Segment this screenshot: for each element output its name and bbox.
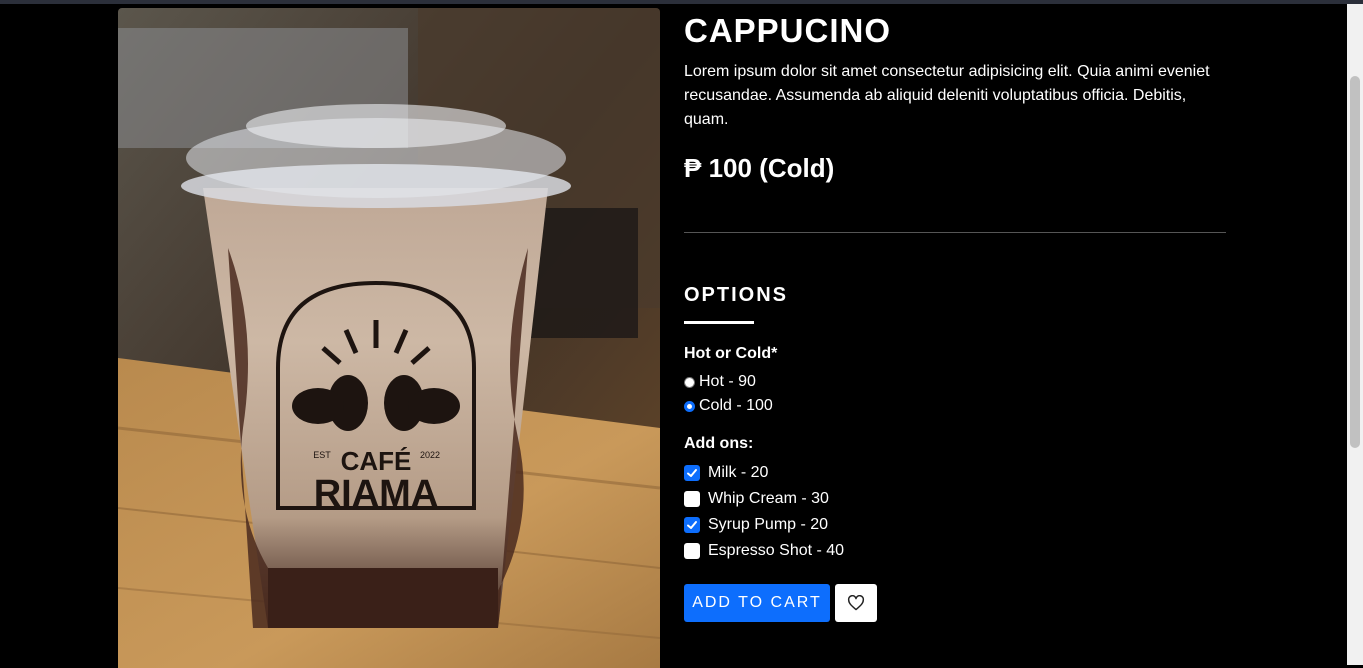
scrollbar-thumb[interactable] [1350, 76, 1360, 448]
cup-logo-cafe: CAFÉ [341, 446, 412, 476]
product-actions: ADD TO CART [684, 584, 1226, 622]
addon-syrup-pump-label[interactable]: Syrup Pump - 20 [708, 516, 828, 534]
product-image: CAFÉ EST 2022 RIAMA [118, 8, 660, 668]
product-title: CAPPUCINO [684, 12, 892, 49]
radio-hot[interactable] [684, 376, 695, 388]
cup-logo-year: 2022 [420, 450, 440, 460]
add-to-cart-button[interactable]: ADD TO CART [684, 584, 830, 622]
radio-cold-label[interactable]: Cold - 100 [699, 397, 773, 415]
checkbox-espresso-shot[interactable] [684, 543, 700, 559]
addon-milk[interactable]: Milk - 20 [684, 460, 1226, 486]
addon-espresso-shot[interactable]: Espresso Shot - 40 [684, 538, 1226, 564]
wishlist-button[interactable] [835, 584, 877, 622]
radio-option-cold[interactable]: Cold - 100 [684, 394, 1226, 418]
check-icon [687, 521, 697, 529]
browser-top-strip [0, 0, 1363, 4]
product-description: Lorem ipsum dolor sit amet consectetur a… [684, 63, 1210, 128]
addon-whip-cream-label[interactable]: Whip Cream - 30 [708, 490, 829, 508]
divider [684, 232, 1226, 233]
cup-logo-riama: RIAMA [314, 473, 439, 515]
checkbox-syrup-pump[interactable] [684, 517, 700, 533]
radio-option-hot[interactable]: Hot - 90 [684, 370, 1226, 394]
addon-syrup-pump[interactable]: Syrup Pump - 20 [684, 512, 1226, 538]
radio-cold[interactable] [684, 400, 695, 412]
radio-hot-label[interactable]: Hot - 90 [699, 373, 756, 391]
checkbox-whip-cream[interactable] [684, 491, 700, 507]
addon-espresso-shot-label[interactable]: Espresso Shot - 40 [708, 542, 844, 560]
page-scrollbar[interactable] [1347, 4, 1363, 665]
temperature-radio-group: Hot - 90 Cold - 100 [684, 370, 1226, 418]
options-heading: OPTIONS [684, 284, 789, 306]
temperature-label: Hot or Cold* [684, 345, 778, 362]
options-underline [684, 321, 754, 324]
product-info: CAPPUCINO Lorem ipsum dolor sit amet con… [684, 8, 1226, 622]
addons-checkbox-group: Milk - 20 Whip Cream - 30 Syrup Pump - 2… [684, 460, 1226, 564]
check-icon [687, 469, 697, 477]
product-price: ₱ 100 (Cold) [684, 153, 835, 183]
heart-icon [847, 595, 865, 611]
addon-whip-cream[interactable]: Whip Cream - 30 [684, 486, 1226, 512]
checkbox-milk[interactable] [684, 465, 700, 481]
cup-logo-est: EST [313, 450, 331, 460]
addons-label: Add ons: [684, 435, 754, 452]
addon-milk-label[interactable]: Milk - 20 [708, 464, 768, 482]
